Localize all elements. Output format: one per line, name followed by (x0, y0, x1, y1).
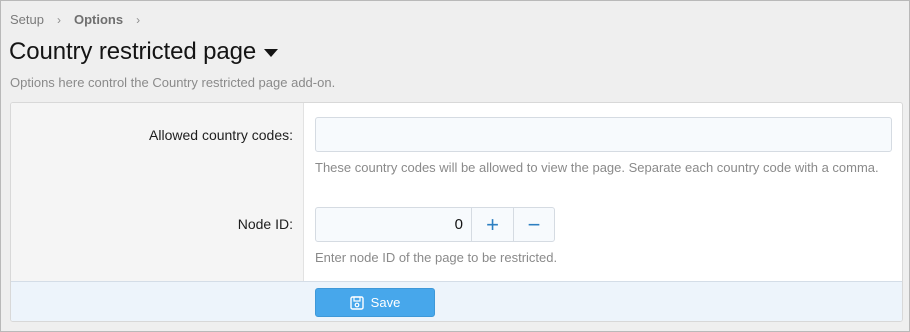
allowed-country-codes-explain: These country codes will be allowed to v… (315, 160, 879, 175)
allowed-country-codes-label: Allowed country codes: (149, 127, 293, 143)
increment-button[interactable]: + (472, 208, 514, 241)
save-icon (349, 295, 364, 310)
allowed-country-codes-input[interactable] (315, 117, 892, 152)
page-frame: Setup › Options › Country restricted pag… (0, 0, 910, 332)
save-button-label: Save (370, 295, 401, 310)
breadcrumb-options[interactable]: Options (74, 12, 123, 27)
page-title: Country restricted page (9, 38, 257, 65)
caret-down-icon[interactable] (264, 49, 279, 57)
title-row[interactable]: Country restricted page (9, 38, 279, 66)
breadcrumb: Setup › Options › (10, 12, 140, 27)
page-description: Options here control the Country restric… (10, 75, 336, 90)
node-id-input[interactable] (316, 208, 472, 241)
breadcrumb-separator: › (136, 12, 141, 27)
save-button[interactable]: Save (315, 288, 435, 317)
decrement-button[interactable]: − (514, 208, 554, 241)
breadcrumb-separator: › (56, 12, 61, 27)
node-id-explain: Enter node ID of the page to be restrict… (315, 250, 558, 265)
node-id-label: Node ID: (237, 216, 293, 232)
node-id-stepper: + − (315, 207, 555, 242)
breadcrumb-setup[interactable]: Setup (10, 12, 44, 27)
options-form: Allowed country codes: These country cod… (10, 102, 903, 322)
form-footer: Save (11, 281, 902, 321)
